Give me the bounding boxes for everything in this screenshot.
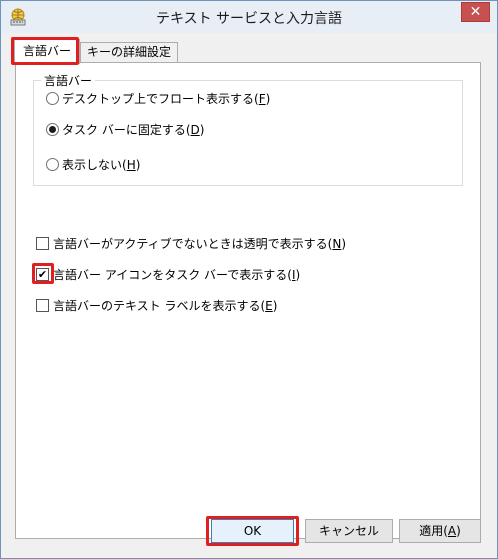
close-button[interactable]: ✕ [461,2,490,22]
access-key: N [332,237,342,251]
tab-highlight-box [11,37,79,65]
access-key: D [190,123,200,137]
cancel-button-label: キャンセル [318,524,379,538]
label-suffix: ) [199,123,205,137]
checkbox-show-icon-in-taskbar[interactable]: ✔ 言語バー アイコンをタスク バーで表示する(I) [36,266,300,284]
apply-button-label: 適用( [419,524,448,538]
label-suffix: ) [135,158,141,172]
tab-panel: 言語バー デスクトップ上でフロート表示する(F) タスク バーに固定する(D) … [15,62,481,539]
checkbox-label: 言語バーがアクティブでないときは透明で表示する( [53,237,333,251]
group-title: 言語バー [41,72,96,89]
radio-dock-in-taskbar[interactable]: タスク バーに固定する(D) [46,121,204,139]
label-suffix: ) [295,268,301,282]
tab-advanced-key-settings[interactable]: キーの詳細設定 [80,42,179,63]
label-suffix: ) [272,299,278,313]
checkbox-box[interactable] [36,237,49,250]
close-icon[interactable]: ✕ [470,4,482,20]
dialog-window: テキスト サービスと入力言語 ✕ 言語バー キーの詳細設定 言語バー デスクトッ… [0,0,498,559]
checkbox-highlight-box [32,263,54,284]
label-suffix: ) [341,237,347,251]
label-suffix: ) [456,524,461,538]
radio-float-on-desktop[interactable]: デスクトップ上でフロート表示する(F) [46,90,270,108]
checkbox-label: 言語バー アイコンをタスク バーで表示する( [53,268,292,282]
radio-label: デスクトップ上でフロート表示する( [62,92,259,106]
checkbox-box[interactable] [36,299,49,312]
radio-indicator-selected[interactable] [46,123,59,136]
access-key: A [447,524,457,538]
window-title: テキスト サービスと入力言語 [155,11,343,27]
label-suffix: ) [265,92,271,106]
checkbox-transparent-when-inactive[interactable]: 言語バーがアクティブでないときは透明で表示する(N) [36,235,346,253]
access-key: F [258,92,266,106]
radio-hidden[interactable]: 表示しない(H) [46,156,140,174]
radio-indicator[interactable] [46,158,59,171]
ok-button-highlight-box [206,516,299,546]
tab-advanced-key-settings-label: キーの詳細設定 [87,45,172,59]
apply-button[interactable]: 適用(A) [399,519,481,543]
radio-label: タスク バーに固定する( [62,123,191,137]
dialog-client: 言語バー キーの詳細設定 言語バー デスクトップ上でフロート表示する(F) タス… [8,33,490,553]
checkbox-show-text-labels[interactable]: 言語バーのテキスト ラベルを表示する(E) [36,297,277,315]
language-bar-group: 言語バー デスクトップ上でフロート表示する(F) タスク バーに固定する(D) … [33,72,463,186]
cancel-button[interactable]: キャンセル [305,519,393,543]
title-bar[interactable]: テキスト サービスと入力言語 ✕ [1,1,497,33]
radio-indicator[interactable] [46,92,59,105]
access-key: E [265,299,273,313]
radio-label: 表示しない( [62,158,127,172]
checkbox-label: 言語バーのテキスト ラベルを表示する( [53,299,266,313]
access-key: H [126,158,136,172]
